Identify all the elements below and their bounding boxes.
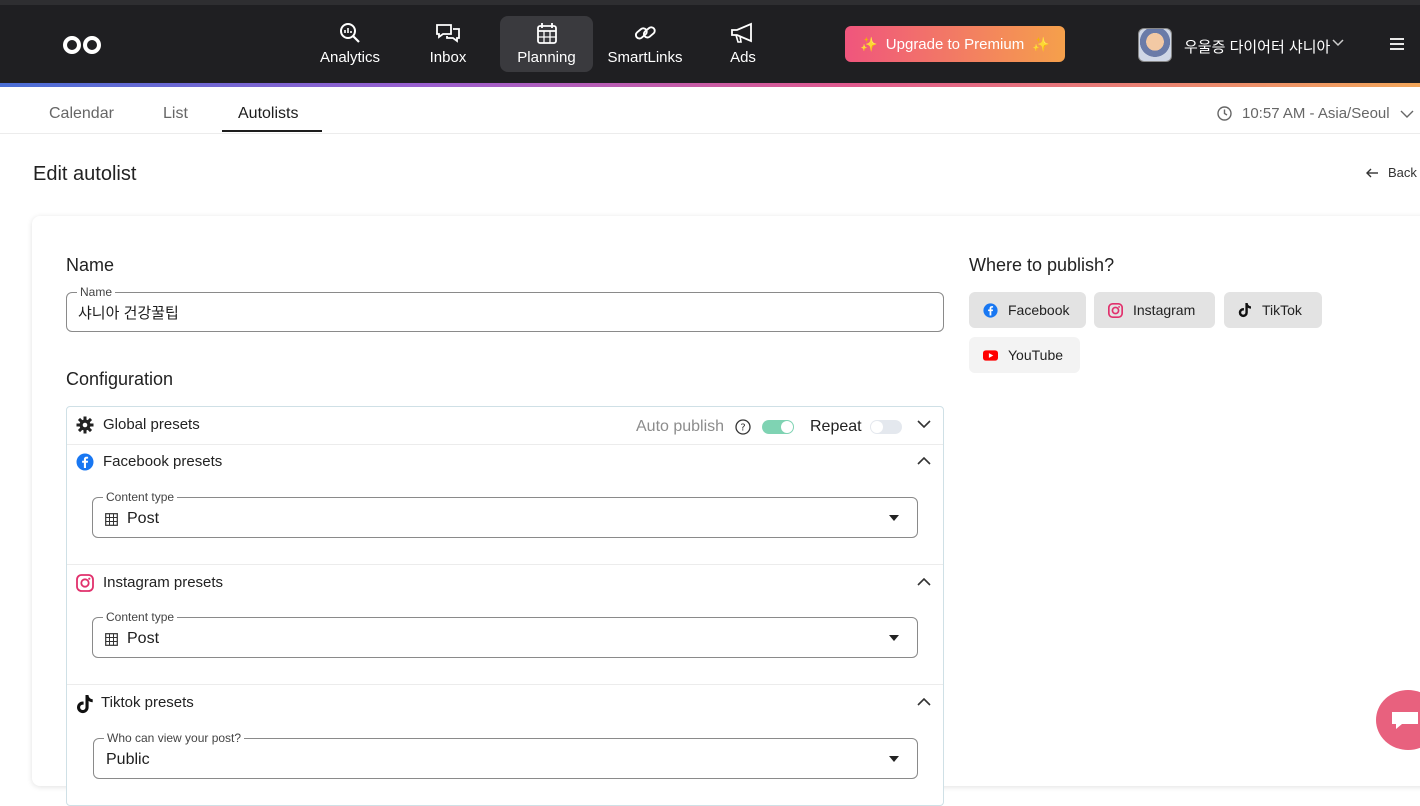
publish-instagram-button[interactable]: Instagram [1094,292,1215,328]
nav-planning-label: Planning [517,49,576,66]
chevron-up-icon[interactable] [917,578,931,586]
instagram-icon [1108,302,1123,318]
content-type-value: Post [127,510,160,527]
timezone-label: 10:57 AM - Asia/Seoul [1242,105,1390,122]
toggle-knob [871,421,883,433]
tab-autolists[interactable]: Autolists [238,105,298,123]
nav-ads-label: Ads [730,49,756,66]
grid-icon [105,633,118,646]
publish-facebook-label: Facebook [1008,302,1070,318]
chat-icon [1392,712,1418,729]
caret-down-icon [889,515,899,521]
inbox-icon [436,24,460,43]
content-type-label: Content type [103,491,178,503]
chevron-up-icon[interactable] [917,698,931,706]
publish-youtube-label: YouTube [1008,347,1064,363]
top-navigation-bar: Analytics Inbox Planning SmartLinks Ads … [0,0,1420,83]
publish-facebook-button[interactable]: Facebook [969,292,1086,328]
youtube-icon [983,349,998,361]
content-type-value: Post [127,630,160,647]
tab-calendar[interactable]: Calendar [49,105,114,123]
presets-panel: Global presets Auto publish ? Repeat Fac… [66,406,944,806]
back-label: Back [1388,165,1417,180]
content-type-label: Content type [103,611,178,623]
caret-down-icon [889,635,899,641]
link-icon [634,26,656,40]
instagram-presets-row[interactable]: Instagram presets [67,564,943,602]
nav-planning[interactable]: Planning [500,16,593,72]
repeat-label: Repeat [810,418,862,435]
facebook-presets-row[interactable]: Facebook presets [67,444,943,481]
active-tab-indicator [222,130,322,132]
upgrade-premium-label: Upgrade to Premium [885,35,1025,53]
grid-icon [105,513,118,526]
svg-text:?: ? [740,423,745,434]
instagram-presets-title: Instagram presets [103,574,224,591]
facebook-icon [983,302,998,318]
toggle-knob [781,421,793,433]
nav-smartlinks[interactable]: SmartLinks [600,16,690,72]
name-field[interactable]: Name 샤니아 건강꿀팁 [66,286,944,332]
chevron-down-icon[interactable] [917,420,931,428]
chevron-down-icon [1400,110,1414,118]
publish-heading: Where to publish? [969,255,1115,275]
privacy-value: Public [106,751,150,768]
global-presets-row[interactable]: Global presets Auto publish ? Repeat [67,407,943,445]
user-name[interactable]: 우울증 다이어터 샤니아 [1184,36,1330,57]
nav-analytics[interactable]: Analytics [306,16,394,72]
publish-tiktok-label: TikTok [1262,302,1302,318]
tiktok-presets-title: Tiktok presets [101,694,194,711]
app-logo[interactable] [62,35,102,55]
autolist-form-card: Name Name 샤니아 건강꿀팁 Configuration Global … [32,216,1420,806]
sparkle-icon: ✨ [1032,35,1050,52]
analytics-icon [340,23,360,43]
repeat-toggle[interactable] [870,420,902,434]
calendar-icon [536,23,557,44]
tiktok-icon [77,695,93,714]
chevron-up-icon[interactable] [917,457,931,465]
nav-ads[interactable]: Ads [712,16,774,72]
auto-publish-toggle[interactable] [762,420,794,434]
auto-publish-label: Auto publish [636,418,725,435]
facebook-icon [76,453,94,471]
clock-icon [1217,106,1232,121]
nav-inbox-label: Inbox [429,49,467,66]
global-presets-title: Global presets [103,416,200,433]
caret-down-icon [889,756,899,762]
instagram-content-type-select[interactable]: Content type Post [92,611,918,658]
gear-icon [76,416,94,434]
instagram-icon [76,574,94,592]
publish-youtube-button[interactable]: YouTube [969,337,1080,373]
privacy-label: Who can view your post? [104,732,245,744]
configuration-heading: Configuration [66,369,174,389]
nav-analytics-label: Analytics [319,49,381,66]
user-avatar[interactable] [1138,28,1172,62]
name-heading: Name [66,255,115,275]
name-field-label: Name [77,286,116,298]
nav-smartlinks-label: SmartLinks [607,49,683,66]
megaphone-icon [731,22,752,43]
timezone-selector[interactable]: 10:57 AM - Asia/Seoul [1217,105,1414,122]
upgrade-premium-button[interactable]: ✨ Upgrade to Premium ✨ [845,26,1065,62]
tiktok-icon [1238,303,1251,318]
planning-subtabs: Calendar List Autolists 10:57 AM - Asia/… [0,87,1420,134]
sparkle-icon: ✨ [860,35,878,52]
menu-icon[interactable] [1389,37,1405,51]
page-title: Edit autolist [33,163,137,185]
nav-inbox[interactable]: Inbox [410,16,486,72]
publish-tiktok-button[interactable]: TikTok [1224,292,1322,328]
help-icon[interactable]: ? [735,419,751,435]
facebook-presets-title: Facebook presets [103,453,223,470]
tiktok-privacy-select[interactable]: Who can view your post? Public [93,732,918,779]
back-button[interactable]: Back [1366,165,1417,180]
name-field-value: 샤니아 건강꿀팁 [78,305,179,322]
tab-list[interactable]: List [163,105,188,123]
facebook-content-type-select[interactable]: Content type Post [92,491,918,538]
publish-instagram-label: Instagram [1133,302,1196,318]
chevron-down-icon[interactable] [1332,39,1344,47]
tiktok-presets-row[interactable]: Tiktok presets [67,684,943,722]
arrow-left-icon [1366,168,1378,177]
